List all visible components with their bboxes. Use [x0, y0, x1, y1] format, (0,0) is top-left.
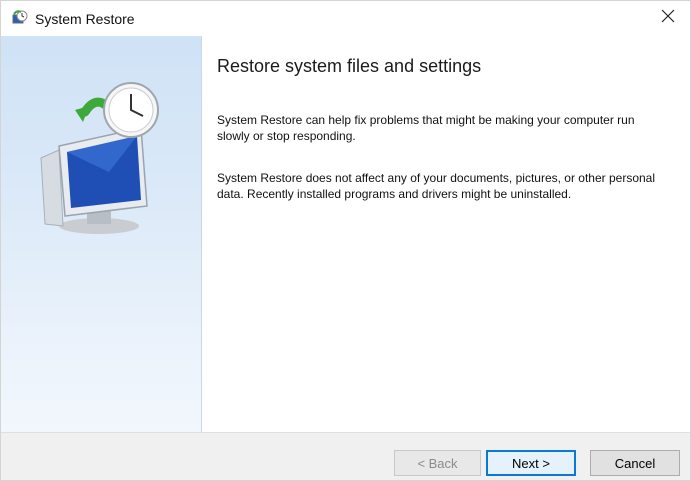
- system-restore-window: System Restore Restore system files and …: [0, 0, 691, 481]
- button-bar: < Back Next > Cancel: [1, 432, 690, 480]
- title-bar: System Restore: [1, 1, 690, 36]
- description-paragraph-1: System Restore can help fix problems tha…: [217, 113, 635, 143]
- next-button[interactable]: Next >: [486, 450, 576, 476]
- back-button[interactable]: < Back: [394, 450, 481, 476]
- close-button[interactable]: [646, 1, 690, 36]
- close-icon: [661, 9, 675, 28]
- system-restore-illustration: [37, 76, 167, 236]
- system-restore-icon: [11, 10, 29, 28]
- description-paragraph-2: System Restore does not affect any of yo…: [217, 171, 656, 201]
- window-title: System Restore: [35, 11, 135, 27]
- cancel-button[interactable]: Cancel: [590, 450, 680, 476]
- side-panel: [1, 36, 202, 432]
- page-heading: Restore system files and settings: [217, 56, 482, 76]
